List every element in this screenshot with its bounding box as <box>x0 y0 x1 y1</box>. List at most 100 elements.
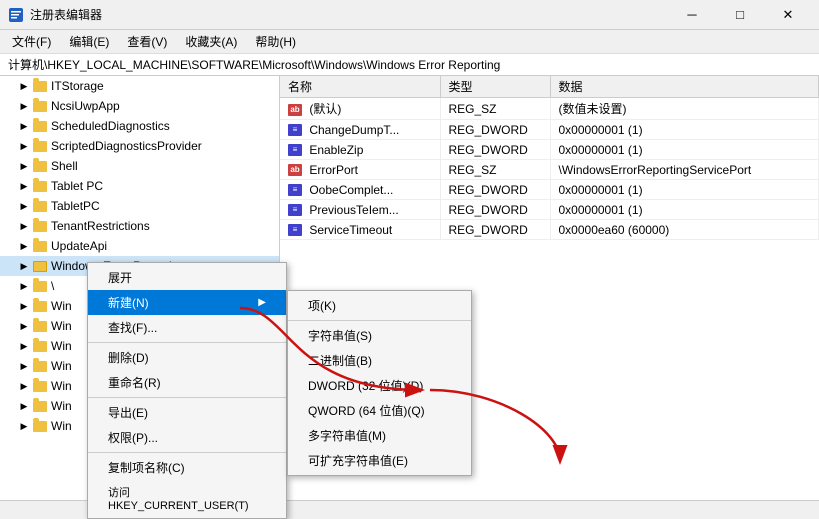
table-row[interactable]: ab ErrorPort REG_SZ \WindowsErrorReporti… <box>280 160 819 180</box>
table-row[interactable]: ≡ EnableZip REG_DWORD 0x00000001 (1) <box>280 140 819 160</box>
tree-label: ScriptedDiagnosticsProvider <box>51 139 202 153</box>
tree-arrow: ▶ <box>16 361 32 372</box>
tree-item-tenantrestrictions[interactable]: ▶ TenantRestrictions <box>0 216 279 236</box>
cell-name: ≡ EnableZip <box>280 140 440 160</box>
folder-icon <box>32 239 48 253</box>
ctx-copy-name[interactable]: 复制项名称(C) <box>88 455 286 480</box>
col-data: 数据 <box>550 76 819 98</box>
cell-name: ≡ PreviousTeIem... <box>280 200 440 220</box>
menu-favorites[interactable]: 收藏夹(A) <box>177 31 245 52</box>
submenu-item-qword64[interactable]: QWORD (64 位值)(Q) <box>288 398 471 423</box>
tree-item-scheduleddiagnostics[interactable]: ▶ ScheduledDiagnostics <box>0 116 279 136</box>
ctx-sep-1 <box>88 342 286 343</box>
cell-data: 0x0000ea60 (60000) <box>550 220 819 240</box>
cell-type: REG_DWORD <box>440 140 550 160</box>
cell-name: ab (默认) <box>280 98 440 120</box>
ctx-export[interactable]: 导出(E) <box>88 400 286 425</box>
ctx-delete[interactable]: 删除(D) <box>88 345 286 370</box>
cell-type: REG_SZ <box>440 98 550 120</box>
table-row[interactable]: ab (默认) REG_SZ (数值未设置) <box>280 98 819 120</box>
submenu-arrow: ▶ <box>258 297 266 308</box>
folder-icon <box>32 99 48 113</box>
close-button[interactable]: ✕ <box>765 0 811 30</box>
ctx-expand[interactable]: 展开 <box>88 265 286 290</box>
folder-icon <box>32 79 48 93</box>
maximize-button[interactable]: □ <box>717 0 763 30</box>
tree-arrow: ▶ <box>16 421 32 432</box>
tree-arrow: ▶ <box>16 301 32 312</box>
address-bar: 计算机\HKEY_LOCAL_MACHINE\SOFTWARE\Microsof… <box>0 54 819 76</box>
menu-help[interactable]: 帮助(H) <box>247 31 304 52</box>
table-row[interactable]: ≡ OobeComplet... REG_DWORD 0x00000001 (1… <box>280 180 819 200</box>
title-bar: 注册表编辑器 ─ □ ✕ <box>0 0 819 30</box>
folder-icon <box>32 199 48 213</box>
submenu-item-dword32[interactable]: DWORD (32 位值)(D) <box>288 373 471 398</box>
tree-arrow: ▶ <box>16 201 32 212</box>
tree-arrow: ▶ <box>16 161 32 172</box>
tree-label: TabletPC <box>51 199 100 213</box>
ctx-find[interactable]: 查找(F)... <box>88 315 286 340</box>
submenu-item-expandstring[interactable]: 可扩充字符串值(E) <box>288 448 471 473</box>
cell-type: REG_DWORD <box>440 180 550 200</box>
folder-icon <box>32 279 48 293</box>
folder-icon <box>32 399 48 413</box>
col-type: 类型 <box>440 76 550 98</box>
tree-label: Win <box>51 379 72 393</box>
menu-view[interactable]: 查看(V) <box>119 31 175 52</box>
reg-type-icon: ≡ <box>288 144 302 156</box>
cell-data: 0x00000001 (1) <box>550 200 819 220</box>
submenu-item-key[interactable]: 项(K) <box>288 293 471 318</box>
reg-type-icon: ≡ <box>288 204 302 216</box>
tree-item-tabletpc[interactable]: ▶ TabletPC <box>0 196 279 216</box>
tree-item-tabletpc-space[interactable]: ▶ Tablet PC <box>0 176 279 196</box>
table-row[interactable]: ≡ PreviousTeIem... REG_DWORD 0x00000001 … <box>280 200 819 220</box>
ctx-sep-3 <box>88 452 286 453</box>
ctx-permissions[interactable]: 权限(P)... <box>88 425 286 450</box>
ctx-rename[interactable]: 重命名(R) <box>88 370 286 395</box>
tree-label: Win <box>51 339 72 353</box>
submenu-item-multistring[interactable]: 多字符串值(M) <box>288 423 471 448</box>
reg-type-icon: ≡ <box>288 224 302 236</box>
tree-arrow: ▶ <box>16 221 32 232</box>
folder-icon <box>32 179 48 193</box>
menu-edit[interactable]: 编辑(E) <box>61 31 117 52</box>
tree-item-ncsiuwpapp[interactable]: ▶ NcsiUwpApp <box>0 96 279 116</box>
registry-table: 名称 类型 数据 ab (默认) REG_SZ (数值未设置) ≡ Change… <box>280 76 819 240</box>
tree-label: NcsiUwpApp <box>51 99 120 113</box>
tree-label: Win <box>51 319 72 333</box>
submenu-item-string[interactable]: 字符串值(S) <box>288 323 471 348</box>
tree-item-scripteddiagnosticsprovider[interactable]: ▶ ScriptedDiagnosticsProvider <box>0 136 279 156</box>
folder-icon <box>32 139 48 153</box>
address-path: 计算机\HKEY_LOCAL_MACHINE\SOFTWARE\Microsof… <box>8 56 500 73</box>
cell-type: REG_SZ <box>440 160 550 180</box>
submenu-item-binary[interactable]: 二进制值(B) <box>288 348 471 373</box>
tree-item-shell[interactable]: ▶ Shell <box>0 156 279 176</box>
table-row[interactable]: ≡ ChangeDumpT... REG_DWORD 0x00000001 (1… <box>280 120 819 140</box>
tree-label: Tablet PC <box>51 179 103 193</box>
folder-icon <box>32 299 48 313</box>
reg-type-icon: ≡ <box>288 184 302 196</box>
menu-bar: 文件(F) 编辑(E) 查看(V) 收藏夹(A) 帮助(H) <box>0 30 819 54</box>
tree-arrow: ▶ <box>16 261 32 272</box>
minimize-button[interactable]: ─ <box>669 0 715 30</box>
ctx-sep-2 <box>88 397 286 398</box>
folder-icon <box>32 119 48 133</box>
tree-label: ScheduledDiagnostics <box>51 119 170 133</box>
tree-label: Win <box>51 419 72 433</box>
ctx-new[interactable]: 新建(N) ▶ <box>88 290 286 315</box>
folder-icon <box>32 219 48 233</box>
folder-icon <box>32 319 48 333</box>
tree-item-itstorage[interactable]: ▶ ITStorage <box>0 76 279 96</box>
menu-file[interactable]: 文件(F) <box>4 31 59 52</box>
tree-arrow: ▶ <box>16 401 32 412</box>
folder-icon <box>32 419 48 433</box>
tree-item-updateapi[interactable]: ▶ UpdateApi <box>0 236 279 256</box>
tree-arrow: ▶ <box>16 381 32 392</box>
folder-open-icon <box>32 259 48 273</box>
title-bar-controls: ─ □ ✕ <box>669 0 811 30</box>
tree-arrow: ▶ <box>16 141 32 152</box>
tree-arrow: ▶ <box>16 241 32 252</box>
ctx-access-hkcu[interactable]: 访问 HKEY_CURRENT_USER(T) <box>88 480 286 516</box>
cell-data: 0x00000001 (1) <box>550 120 819 140</box>
table-row[interactable]: ≡ ServiceTimeout REG_DWORD 0x0000ea60 (6… <box>280 220 819 240</box>
